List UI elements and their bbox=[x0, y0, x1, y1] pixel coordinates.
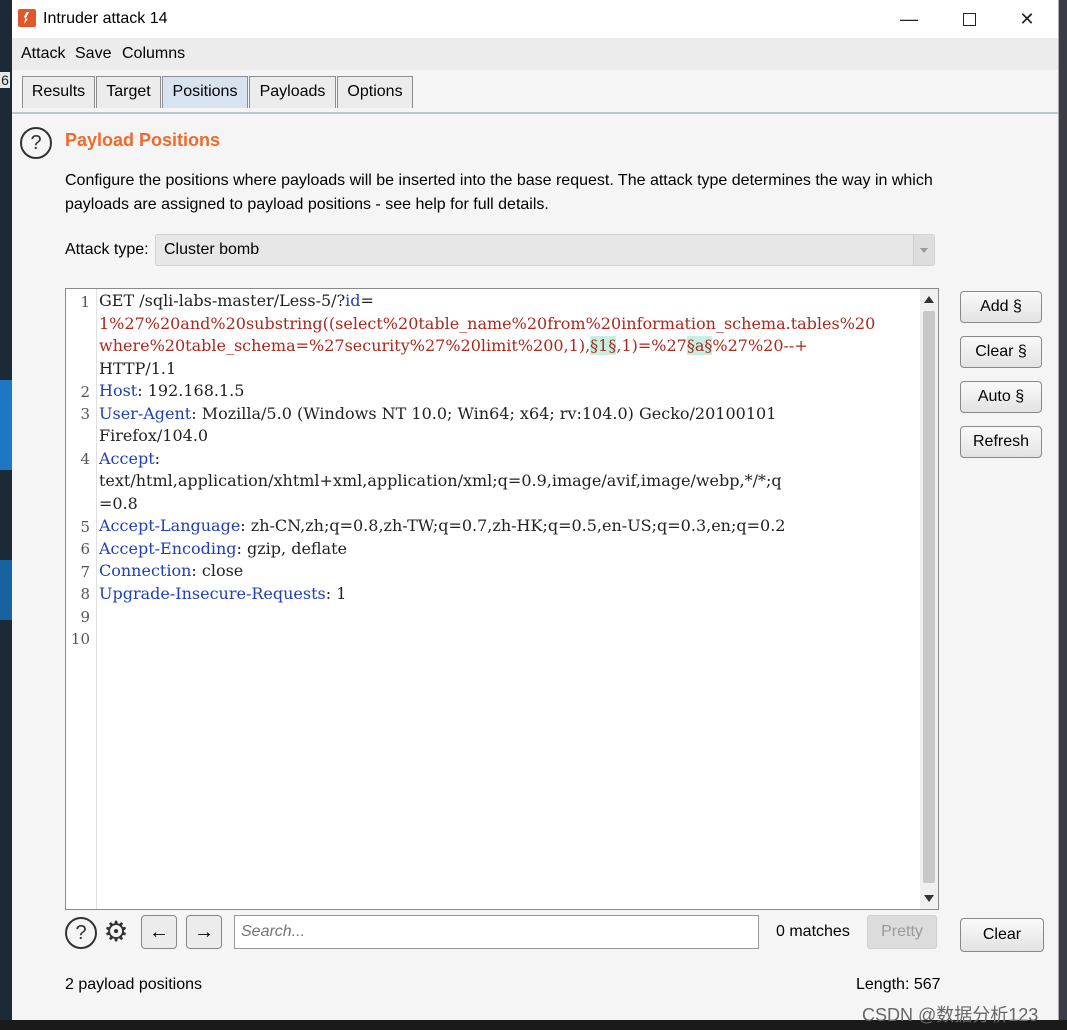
request-line: Accept-Language: zh-CN,zh;q=0.8,zh-TW;q=… bbox=[99, 516, 786, 535]
attack-type-value: Cluster bomb bbox=[164, 241, 260, 258]
maximize-button[interactable] bbox=[946, 6, 992, 32]
close-button[interactable]: ✕ bbox=[1004, 6, 1050, 32]
forward-button[interactable]: → bbox=[186, 915, 222, 949]
chevron-down-icon bbox=[913, 235, 934, 265]
tab-options[interactable]: Options bbox=[337, 76, 413, 108]
desktop-fragment: 6 bbox=[0, 72, 10, 88]
request-line: HTTP/1.1 bbox=[99, 358, 177, 378]
request-line: Connection: close bbox=[99, 561, 244, 580]
line-number: 4 bbox=[80, 450, 90, 468]
pretty-button[interactable]: Pretty bbox=[867, 915, 937, 949]
maximize-icon bbox=[962, 13, 976, 26]
match-count: 0 matches bbox=[776, 923, 850, 940]
request-line: where%20table_schema=%27security%27%20li… bbox=[99, 336, 808, 355]
line-number: 10 bbox=[70, 630, 90, 648]
request-line: Upgrade-Insecure-Requests: 1 bbox=[99, 583, 347, 603]
line-number: 5 bbox=[80, 518, 90, 536]
line-number: 1 bbox=[80, 293, 90, 311]
scroll-up-icon[interactable] bbox=[924, 296, 934, 303]
desktop-glow bbox=[0, 560, 12, 620]
positions-panel: ? Payload Positions Configure the positi… bbox=[12, 114, 1058, 1020]
tab-strip: Results Target Positions Payloads Option… bbox=[12, 70, 1058, 114]
menu-attack[interactable]: Attack bbox=[21, 45, 65, 63]
description-line: Configure the positions where payloads w… bbox=[65, 172, 933, 189]
title-bar: Intruder attack 14 — ✕ bbox=[12, 0, 1058, 38]
section-description: Configure the positions where payloads w… bbox=[65, 169, 945, 217]
clear-button[interactable]: Clear bbox=[960, 918, 1044, 952]
request-line: User-Agent: Mozilla/5.0 (Windows NT 10.0… bbox=[99, 403, 777, 423]
search-input[interactable] bbox=[234, 915, 759, 949]
scroll-thumb[interactable] bbox=[923, 311, 935, 883]
tab-target[interactable]: Target bbox=[96, 76, 161, 108]
intruder-window: Intruder attack 14 — ✕ Attack Save Colum… bbox=[12, 0, 1059, 1020]
line-number: 8 bbox=[80, 585, 90, 603]
request-line: GET /sqli-labs-master/Less-5/?id= bbox=[99, 291, 374, 310]
line-number: 6 bbox=[80, 540, 90, 558]
attack-type-label: Attack type: bbox=[65, 241, 149, 258]
refresh-button[interactable]: Refresh bbox=[960, 426, 1042, 458]
menu-save[interactable]: Save bbox=[75, 45, 111, 63]
tab-results[interactable]: Results bbox=[22, 76, 95, 108]
scroll-down-icon[interactable] bbox=[924, 895, 934, 902]
description-line: payloads are assigned to payload positio… bbox=[65, 196, 549, 213]
watermark: CSDN @数据分析123 bbox=[862, 1005, 1039, 1025]
window-title: Intruder attack 14 bbox=[43, 10, 168, 27]
payload-positions-count: 2 payload positions bbox=[65, 976, 202, 993]
desktop-background: 6 bbox=[0, 0, 12, 1030]
tab-payloads[interactable]: Payloads bbox=[249, 76, 336, 108]
request-line: Firefox/104.0 bbox=[99, 426, 209, 445]
request-line: =0.8 bbox=[99, 493, 138, 513]
attack-type-select[interactable]: Cluster bomb bbox=[155, 234, 935, 266]
request-length: Length: 567 bbox=[856, 976, 941, 993]
payload-marker-2: §a§ bbox=[686, 336, 713, 355]
line-number: 2 bbox=[80, 383, 90, 401]
payload-marker-1: §1§ bbox=[590, 336, 617, 355]
request-line: text/html,application/xhtml+xml,applicat… bbox=[99, 471, 782, 490]
line-number: 7 bbox=[80, 563, 90, 581]
request-line: 1%27%20and%20substring((select%20table_n… bbox=[99, 313, 876, 333]
burp-app-icon bbox=[18, 9, 36, 27]
menu-bar: Attack Save Columns bbox=[12, 38, 1058, 70]
vertical-scrollbar[interactable] bbox=[920, 289, 938, 909]
line-number: 9 bbox=[80, 608, 90, 626]
menu-columns[interactable]: Columns bbox=[122, 45, 185, 63]
line-number-gutter: 1 2 3 4 5 6 7 8 9 10 bbox=[66, 289, 97, 909]
clear-markers-button[interactable]: Clear § bbox=[960, 336, 1042, 368]
back-button[interactable]: ← bbox=[141, 915, 177, 949]
request-line: Accept: bbox=[99, 448, 161, 468]
help-icon[interactable]: ? bbox=[20, 127, 52, 159]
tab-positions[interactable]: Positions bbox=[162, 76, 248, 108]
add-marker-button[interactable]: Add § bbox=[960, 291, 1042, 323]
request-text: GET /sqli-labs-master/Less-5/?id= 1%27%2… bbox=[99, 289, 914, 649]
section-title: Payload Positions bbox=[65, 130, 221, 150]
line-number: 3 bbox=[80, 405, 90, 423]
auto-markers-button[interactable]: Auto § bbox=[960, 381, 1042, 413]
request-line: Accept-Encoding: gzip, deflate bbox=[99, 538, 348, 558]
minimize-button[interactable]: — bbox=[886, 6, 932, 32]
request-line: Host: 192.168.1.5 bbox=[99, 381, 245, 400]
gear-icon[interactable]: ⚙ bbox=[100, 916, 132, 948]
desktop-glow bbox=[0, 380, 12, 470]
request-editor[interactable]: 1 2 3 4 5 6 7 8 9 10 GET /sqli-labs-mast… bbox=[65, 288, 939, 910]
help-circle-icon[interactable]: ? bbox=[65, 917, 97, 949]
